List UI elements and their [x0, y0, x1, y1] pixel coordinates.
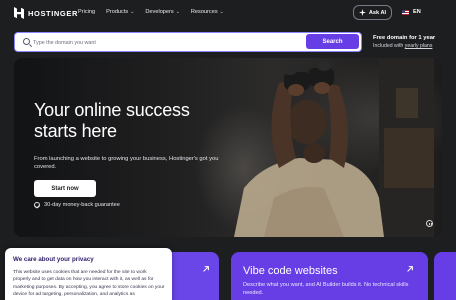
hostinger-logo-icon: [14, 7, 24, 19]
nav-link-pricing[interactable]: Pricing: [78, 9, 95, 15]
nav-link-label: Pricing: [78, 9, 96, 15]
start-now-button[interactable]: Start now: [34, 180, 96, 197]
arrow-up-right-icon: [203, 266, 209, 272]
hero-title: Your online success starts here: [34, 100, 190, 141]
search-icon: [23, 38, 30, 45]
promo-title: Free domain for 1 year: [373, 35, 436, 41]
free-domain-promo: Free domain for 1 year Included with yea…: [373, 35, 435, 49]
search-button[interactable]: Search: [306, 34, 359, 49]
card-title: Vibe code websites: [243, 265, 338, 277]
us-flag-icon: [402, 9, 409, 15]
nav-link-label: Resources: [190, 9, 218, 15]
chevron-down-icon: ⌄: [219, 9, 224, 15]
feature-card-vibe-code[interactable]: Vibe code websites Describe what you wan…: [231, 252, 428, 300]
nav-links: Pricing Products ⌄ Developers ⌄ Resource…: [78, 9, 224, 15]
hero-image: [234, 58, 434, 237]
sparkle-icon: [358, 9, 366, 16]
nav-link-label: Developers: [145, 9, 174, 15]
guarantee-label: 30-day money-back guarantee: [44, 202, 120, 208]
logo[interactable]: HOSTINGER: [14, 7, 78, 19]
ask-ai-label: Ask AI: [368, 9, 387, 16]
cookie-consent-banner: We care about your privacy This website …: [5, 248, 172, 300]
language-label: EN: [413, 9, 421, 15]
chevron-down-icon: ⌄: [175, 9, 180, 15]
arrow-up-right-icon: [407, 266, 413, 272]
nav-link-products[interactable]: Products ⌄: [106, 9, 134, 15]
language-selector[interactable]: EN: [402, 9, 421, 15]
hero-banner: Your online success starts here From lau…: [14, 58, 442, 237]
yearly-plans-link[interactable]: yearly plans: [405, 43, 433, 49]
promo-subtitle: Included with yearly plans: [373, 43, 435, 49]
nav-link-resources[interactable]: Resources ⌄: [191, 9, 224, 15]
logo-text: HOSTINGER: [28, 8, 78, 18]
card-description: Describe what you want, and AI Builder b…: [243, 282, 409, 296]
domain-search-bar: Search: [14, 32, 362, 52]
check-circle-icon: [34, 202, 40, 208]
nav-link-developers[interactable]: Developers ⌄: [145, 9, 180, 15]
page: HOSTINGER Pricing Products ⌄ Developers …: [0, 0, 456, 300]
chevron-down-icon: ⌄: [130, 9, 135, 15]
ask-ai-button[interactable]: Ask AI: [353, 5, 392, 20]
pause-icon[interactable]: [426, 220, 433, 227]
promo-subtitle-prefix: Included with: [373, 43, 405, 49]
feature-card-partial[interactable]: [434, 252, 456, 300]
hero-description: From launching a website to growing your…: [34, 156, 219, 170]
money-back-guarantee: 30-day money-back guarantee: [34, 202, 120, 208]
cookie-title: We care about your privacy: [13, 256, 94, 263]
domain-search-input[interactable]: [33, 37, 303, 48]
nav-link-label: Products: [106, 9, 129, 15]
cookie-body: This website uses cookies that are neede…: [13, 270, 165, 297]
top-navigation: HOSTINGER Pricing Products ⌄ Developers …: [0, 0, 456, 27]
